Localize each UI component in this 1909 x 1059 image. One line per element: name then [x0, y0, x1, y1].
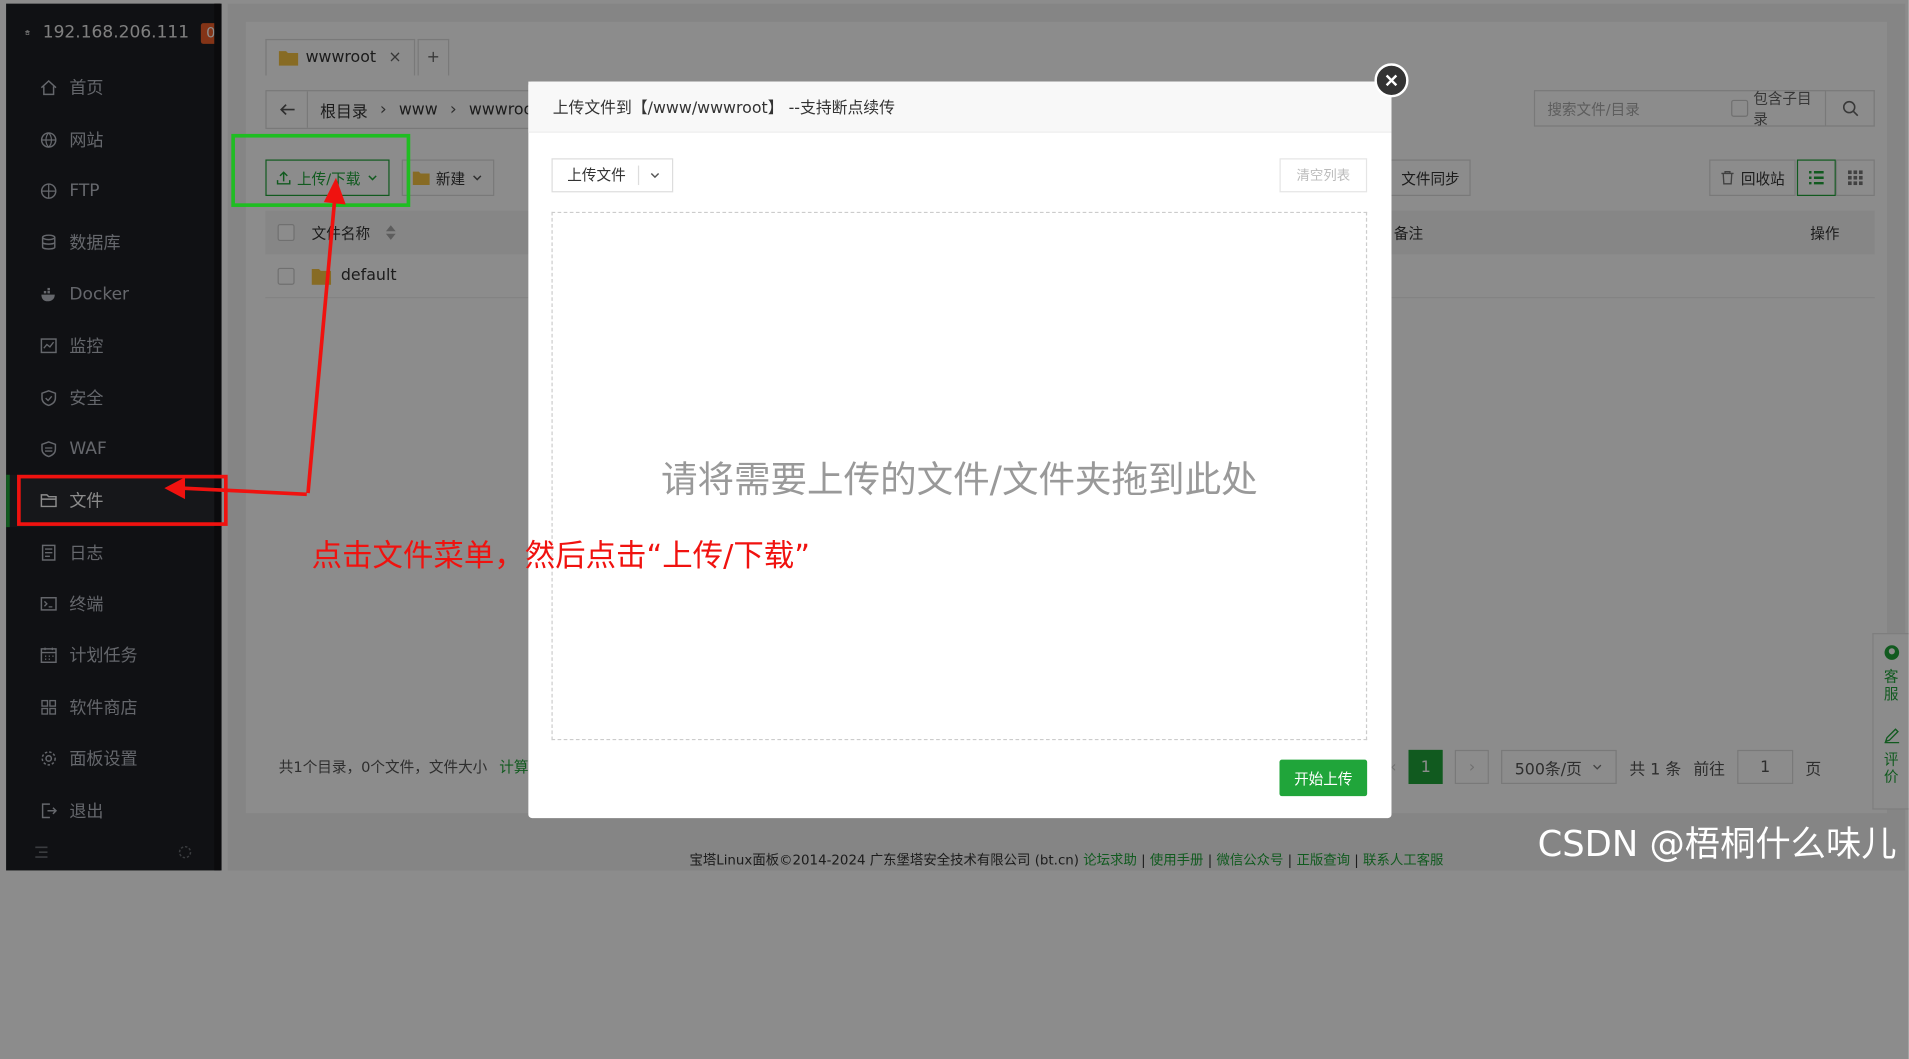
- chevron-down-icon: [650, 172, 660, 179]
- file-drop-zone[interactable]: 请将需要上传的文件/文件夹拖到此处: [551, 211, 1368, 741]
- upload-type-label: 上传文件: [553, 165, 640, 186]
- watermark: CSDN @梧桐什么味儿: [1537, 822, 1897, 865]
- upload-dialog: 上传文件到【/www/wwwroot】 --支持断点续传 上传文件 清空列表 请…: [528, 81, 1392, 819]
- drop-hint-text: 请将需要上传的文件/文件夹拖到此处: [660, 458, 1258, 502]
- dialog-title: 上传文件到【/www/wwwroot】 --支持断点续传: [528, 81, 1392, 133]
- clear-list-button[interactable]: 清空列表: [1279, 158, 1368, 193]
- start-upload-button[interactable]: 开始上传: [1279, 759, 1368, 797]
- annotation-highlight-files: [17, 474, 228, 526]
- annotation-highlight-upload: [231, 133, 411, 207]
- annotation-instruction: 点击文件菜单，然后点击“上传/下载”: [311, 538, 810, 574]
- close-icon[interactable]: [1374, 63, 1409, 98]
- upload-type-select[interactable]: 上传文件: [551, 158, 674, 193]
